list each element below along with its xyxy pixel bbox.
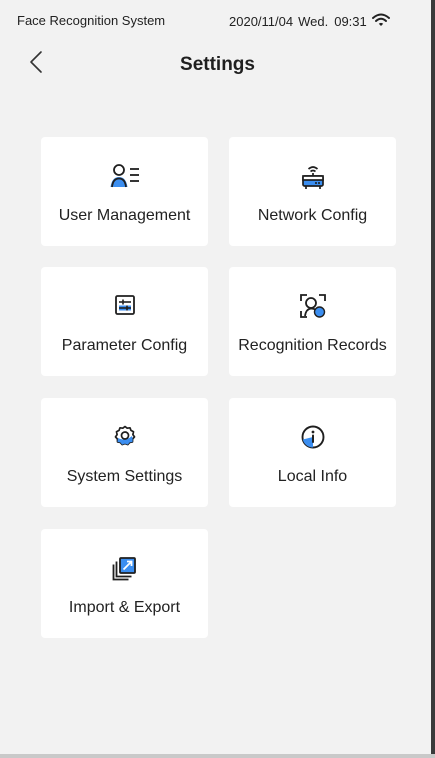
page-title: Settings xyxy=(180,54,255,75)
window-right-edge xyxy=(431,0,435,758)
system-settings-tile[interactable]: System Settings xyxy=(41,398,208,507)
parameter-config-label: Parameter Config xyxy=(61,337,188,354)
user-list-icon xyxy=(41,163,208,189)
local-info-label: Local Info xyxy=(277,468,348,485)
window-bottom-edge xyxy=(0,754,435,758)
wifi-icon xyxy=(371,13,390,30)
system-settings-label: System Settings xyxy=(66,468,183,485)
import-export-icon xyxy=(41,555,208,581)
user-management-label: User Management xyxy=(58,207,191,224)
status-time: 09:31 xyxy=(334,14,367,29)
import-export-tile[interactable]: Import & Export xyxy=(41,529,208,638)
local-info-tile[interactable]: Local Info xyxy=(229,398,396,507)
face-scan-icon xyxy=(229,293,396,319)
status-app-name: Face Recognition System xyxy=(17,13,166,28)
import-export-label: Import & Export xyxy=(68,599,181,616)
router-icon xyxy=(229,163,396,189)
status-date: 2020/11/04 xyxy=(229,14,294,29)
user-management-tile[interactable]: User Management xyxy=(41,137,208,246)
gear-icon xyxy=(41,424,208,450)
recognition-records-label: Recognition Records xyxy=(238,337,387,354)
status-right: 2020/11/04 Wed. 09:31 xyxy=(229,13,390,30)
status-bar: Face Recognition System 2020/11/04 Wed. … xyxy=(0,0,435,40)
sliders-icon xyxy=(41,293,208,319)
status-weekday: Wed. xyxy=(298,14,329,29)
recognition-records-tile[interactable]: Recognition Records xyxy=(229,267,396,376)
network-config-label: Network Config xyxy=(257,207,368,224)
info-icon xyxy=(229,424,396,450)
parameter-config-tile[interactable]: Parameter Config xyxy=(41,267,208,376)
network-config-tile[interactable]: Network Config xyxy=(229,137,396,246)
